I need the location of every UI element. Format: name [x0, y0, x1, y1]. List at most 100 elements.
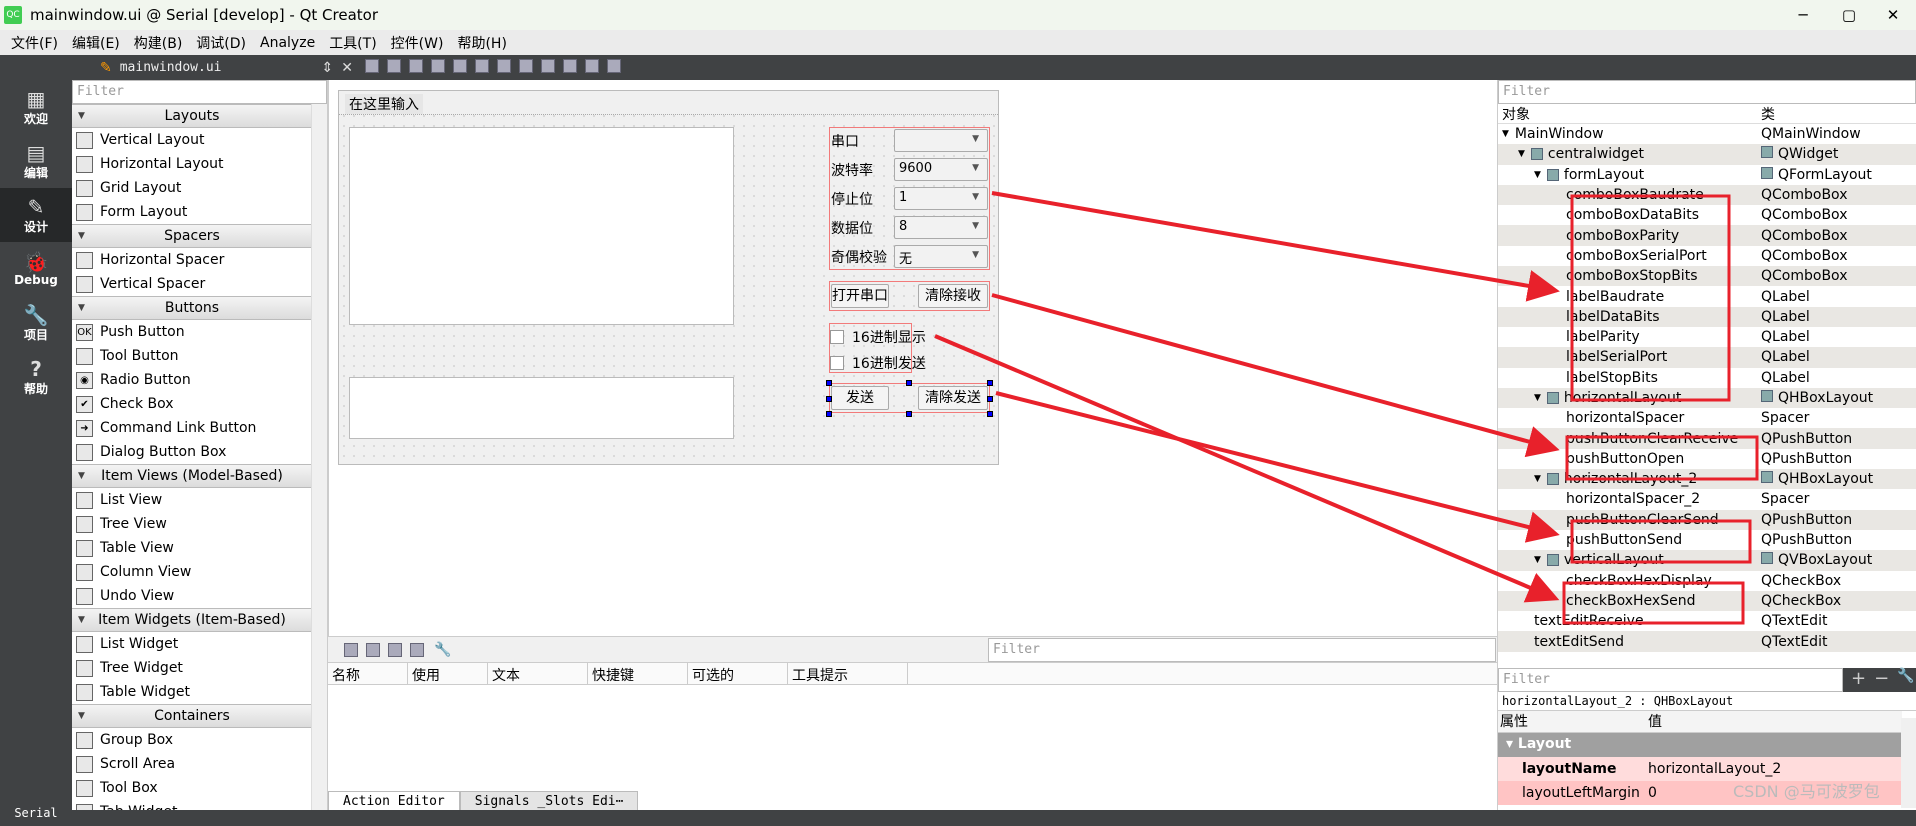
property-scrollbar[interactable]	[1901, 718, 1916, 808]
delete-action-icon[interactable]	[410, 642, 424, 657]
property-value[interactable]: horizontalLayout_2	[1648, 761, 1781, 777]
widget-section-header[interactable]: Spacers	[72, 224, 312, 248]
configure-icon[interactable]: 🔧	[434, 642, 451, 658]
widget-item[interactable]: Dialog Button Box	[72, 440, 312, 464]
layout-form-icon[interactable]	[540, 58, 555, 73]
action-column[interactable]: 工具提示	[788, 663, 908, 684]
property-value[interactable]: 0	[1648, 785, 1657, 801]
expand-arrow-icon[interactable]: ▼	[1534, 474, 1541, 484]
widget-item[interactable]: Vertical Spacer	[72, 272, 312, 296]
mode-4[interactable]: 🔧 项目	[0, 296, 72, 350]
form-combo[interactable]	[894, 129, 988, 152]
tree-row[interactable]: ▼ formLayout QFormLayout	[1498, 165, 1916, 185]
text-edit-receive[interactable]	[349, 127, 734, 325]
tree-row[interactable]: pushButtonOpen QPushButton	[1498, 449, 1916, 469]
object-filter-input[interactable]: Filter	[1498, 80, 1916, 104]
tree-row[interactable]: pushButtonSend QPushButton	[1498, 530, 1916, 550]
expand-arrow-icon[interactable]: ▼	[1518, 149, 1525, 159]
tab-0[interactable]: Action Editor	[328, 791, 460, 811]
widget-item[interactable]: Group Box	[72, 728, 312, 752]
expand-arrow-icon[interactable]: ▼	[1534, 393, 1541, 403]
tree-row[interactable]: ▼ MainWindow QMainWindow	[1498, 124, 1916, 144]
checkbox-box[interactable]	[830, 356, 844, 370]
break-layout-icon[interactable]	[584, 58, 599, 73]
widget-item[interactable]: ✔ Check Box	[72, 392, 312, 416]
resize-handle[interactable]	[987, 411, 993, 417]
tree-row[interactable]: horizontalSpacer_2 Spacer	[1498, 489, 1916, 509]
checkbox-box[interactable]	[830, 330, 844, 344]
widget-item[interactable]: OK Push Button	[72, 320, 312, 344]
tree-row[interactable]: pushButtonClearSend QPushButton	[1498, 509, 1916, 530]
widget-item[interactable]: Tool Button	[72, 344, 312, 368]
tree-row[interactable]: comboBoxParity QComboBox	[1498, 225, 1916, 246]
expand-arrow-icon[interactable]: ▼	[1534, 170, 1541, 180]
expand-arrow-icon[interactable]: ▼	[1534, 555, 1541, 565]
resize-handle[interactable]	[906, 380, 912, 386]
column-class[interactable]: 类	[1761, 104, 1775, 123]
widget-section-header[interactable]: Layouts	[72, 104, 312, 128]
resize-handle[interactable]	[826, 411, 832, 417]
tree-row[interactable]: comboBoxSerialPort QComboBox	[1498, 246, 1916, 266]
maximize-button[interactable]: ▢	[1826, 0, 1872, 30]
hex-send-checkbox[interactable]: 16进制发送	[830, 353, 926, 373]
widget-item[interactable]: ➜ Command Link Button	[72, 416, 312, 440]
resize-handle[interactable]	[826, 380, 832, 386]
tree-row[interactable]: textEditReceive QTextEdit	[1498, 611, 1916, 631]
widget-item[interactable]: Column View	[72, 560, 312, 584]
open-port-button[interactable]: 打开串口	[831, 284, 889, 308]
widget-item[interactable]: Tool Box	[72, 776, 312, 800]
edit-signals-slots-icon[interactable]	[386, 58, 401, 73]
widget-box-scrollbar[interactable]	[311, 104, 327, 810]
widget-item[interactable]: Table View	[72, 536, 312, 560]
tree-row[interactable]: labelBaudrate QLabel	[1498, 286, 1916, 306]
action-column[interactable]: 文本	[488, 663, 588, 684]
remove-property-icon[interactable]: −	[1874, 668, 1889, 692]
form-combo[interactable]: 无	[894, 245, 988, 268]
edit-widgets-icon[interactable]	[364, 58, 379, 73]
menu-item[interactable]: 文件(F)	[4, 33, 65, 53]
tree-row[interactable]: checkBoxHexDisplay QCheckBox	[1498, 571, 1916, 591]
mode-3[interactable]: 🐞 Debug	[0, 242, 72, 296]
tree-row[interactable]: comboBoxBaudrate QComboBox	[1498, 184, 1916, 206]
close-file-icon[interactable]: ✕	[341, 60, 353, 76]
hex-display-checkbox[interactable]: 16进制显示	[830, 327, 926, 347]
form-combo[interactable]: 9600	[894, 158, 988, 181]
tree-row[interactable]: labelStopBits QLabel	[1498, 368, 1916, 388]
widget-item[interactable]: List View	[72, 488, 312, 512]
copy-action-icon[interactable]	[366, 642, 380, 657]
paste-action-icon[interactable]	[388, 642, 402, 657]
resize-handle[interactable]	[987, 380, 993, 386]
action-column[interactable]: 快捷键	[588, 663, 688, 684]
layout-horizontal-icon[interactable]	[452, 58, 467, 73]
property-group-layout[interactable]: ▾ Layout	[1498, 733, 1902, 757]
tree-row[interactable]: ▼ horizontalLayout QHBoxLayout	[1498, 387, 1916, 409]
widget-section-header[interactable]: Item Widgets (Item-Based)	[72, 608, 312, 632]
widget-section-header[interactable]: Buttons	[72, 296, 312, 320]
widget-item[interactable]: ◉ Radio Button	[72, 368, 312, 392]
mode-0[interactable]: ▦ 欢迎	[0, 80, 72, 134]
resize-handle[interactable]	[906, 411, 912, 417]
menu-item[interactable]: Analyze	[253, 35, 322, 51]
layout-grid-icon[interactable]	[562, 58, 577, 73]
edit-tab-order-icon[interactable]	[430, 58, 445, 73]
widget-filter-input[interactable]: Filter	[72, 80, 327, 104]
tree-row[interactable]: labelDataBits QLabel	[1498, 306, 1916, 327]
minimize-button[interactable]: ─	[1780, 0, 1826, 30]
widget-item[interactable]: Tree View	[72, 512, 312, 536]
widget-section-header[interactable]: Containers	[72, 704, 312, 728]
tree-row[interactable]: textEditSend QTextEdit	[1498, 631, 1916, 652]
menu-item[interactable]: 控件(W)	[384, 33, 451, 53]
tree-row[interactable]: horizontalSpacer Spacer	[1498, 408, 1916, 428]
action-filter-input[interactable]: Filter	[988, 638, 1496, 662]
widget-item[interactable]: Table Widget	[72, 680, 312, 704]
resize-handle[interactable]	[987, 396, 993, 402]
widget-section-header[interactable]: Item Views (Model-Based)	[72, 464, 312, 488]
add-property-icon[interactable]: +	[1851, 668, 1866, 692]
property-filter-input[interactable]: Filter	[1498, 668, 1843, 692]
menu-item[interactable]: 构建(B)	[127, 33, 190, 53]
expand-arrow-icon[interactable]: ▼	[1502, 129, 1509, 139]
tree-row[interactable]: labelParity QLabel	[1498, 327, 1916, 347]
form-combo[interactable]: 1	[894, 187, 988, 210]
column-value[interactable]: 值	[1648, 711, 1662, 732]
widget-item[interactable]: Grid Layout	[72, 176, 312, 200]
